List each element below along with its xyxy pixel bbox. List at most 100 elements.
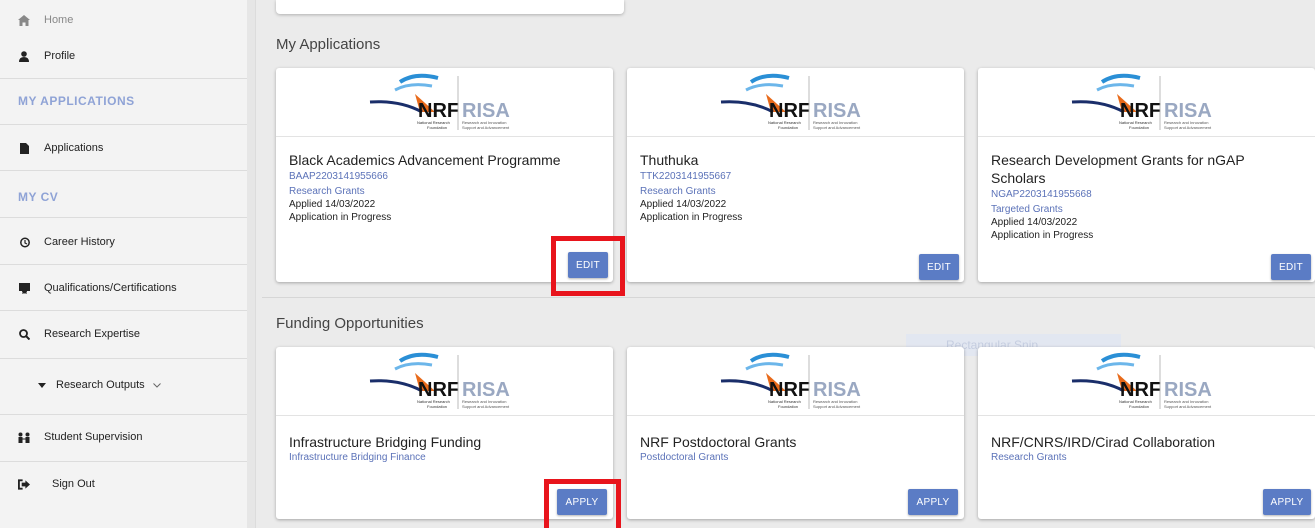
svg-text:RISA: RISA [1164, 100, 1212, 122]
svg-text:Foundation: Foundation [1129, 404, 1149, 409]
svg-text:Support and Advancement: Support and Advancement [462, 404, 510, 409]
history-icon [18, 236, 30, 248]
svg-text:Support and Advancement: Support and Advancement [813, 125, 861, 130]
sidebar-item-research-outputs[interactable]: Research Outputs [0, 373, 255, 397]
svg-text:Foundation: Foundation [427, 404, 447, 409]
caret-down-icon [36, 379, 48, 391]
sidebar-item-label: Profile [44, 50, 76, 62]
card-title: Thuthuka [640, 152, 699, 168]
logo-risa: RISA [462, 100, 510, 122]
search-icon [18, 328, 30, 340]
sidebar-item-label: Research Expertise [44, 328, 140, 340]
card-category: Infrastructure Bridging Finance [289, 452, 426, 463]
svg-text:RISA: RISA [1164, 379, 1212, 401]
divider [0, 358, 255, 359]
user-icon [18, 50, 30, 62]
certificate-icon [18, 282, 30, 294]
svg-text:Foundation: Foundation [1129, 125, 1149, 130]
svg-text:NRF: NRF [769, 100, 810, 122]
card-title: Infrastructure Bridging Funding [289, 434, 482, 450]
card-category: Targeted Grants [991, 204, 1063, 215]
section-title-funding-opportunities: Funding Opportunities [276, 315, 424, 332]
svg-text:Foundation: Foundation [778, 404, 798, 409]
sidebar-item-label: Student Supervision [44, 431, 143, 443]
svg-text:RISA: RISA [813, 379, 861, 401]
card-title: NRF Postdoctoral Grants [640, 434, 797, 450]
home-icon [18, 14, 30, 26]
application-code: NGAP2203141955668 [991, 189, 1092, 200]
svg-text:NRF: NRF [1120, 379, 1161, 401]
section-heading-my-cv: MY CV [18, 190, 59, 204]
card-title: Black Academics Advancement Programme [289, 152, 561, 168]
sidebar: Home Profile MY APPLICATIONS Application… [0, 0, 256, 528]
card-title: Research Development Grants for nGAP Sch… [991, 152, 1245, 186]
svg-text:Support and Advancement: Support and Advancement [1164, 404, 1212, 409]
divider [0, 461, 255, 462]
sidebar-item-applications[interactable]: Applications [0, 136, 255, 160]
sidebar-item-label: Applications [44, 142, 104, 154]
chevron-down-icon [152, 379, 161, 391]
nrf-risa-logo: NRF RISA National Research Foundation Re… [276, 347, 613, 416]
highlight-box [544, 479, 621, 528]
sidebar-item-research-expertise[interactable]: Research Expertise [0, 322, 255, 346]
nrf-risa-logo: NRF RISA National Research Foundation Re… [978, 347, 1315, 416]
card-category: Postdoctoral Grants [640, 452, 729, 463]
top-card-edge [276, 0, 624, 14]
svg-text:Support and Advancement: Support and Advancement [813, 404, 861, 409]
users-icon [18, 431, 30, 443]
svg-text:NRF: NRF [1120, 100, 1161, 122]
card-category: Research Grants [640, 186, 716, 197]
application-status: Application in Progress [289, 212, 392, 223]
edit-button[interactable]: EDIT [1271, 254, 1311, 280]
svg-text:RISA: RISA [813, 100, 861, 122]
divider [0, 264, 255, 265]
sidebar-item-student-supervision[interactable]: Student Supervision [0, 425, 255, 449]
sidebar-item-label: Career History [44, 236, 115, 248]
divider [0, 170, 255, 171]
svg-text:Foundation: Foundation [778, 125, 798, 130]
application-status: Application in Progress [991, 230, 1094, 241]
sidebar-item-sign-out[interactable]: Sign Out [0, 472, 255, 496]
sidebar-item-career-history[interactable]: Career History [0, 230, 255, 254]
nrf-risa-logo: NRF RISA National Research Foundation Re… [627, 347, 964, 416]
svg-text:NRF: NRF [418, 379, 459, 401]
divider [0, 414, 255, 415]
card-category: Research Grants [289, 186, 365, 197]
divider [0, 124, 255, 125]
svg-text:NRF: NRF [769, 379, 810, 401]
sidebar-item-label: Sign Out [52, 478, 95, 490]
nrf-risa-logo: NRF RISA National Research Foundation Re… [978, 68, 1315, 137]
apply-button[interactable]: APPLY [908, 489, 958, 515]
application-card: NRF RISA National Research Foundation Re… [978, 68, 1315, 282]
highlight-box [551, 236, 625, 296]
nrf-risa-logo: NRF RISA National Research Foundation Re… [627, 68, 964, 137]
sidebar-item-qualifications[interactable]: Qualifications/Certifications [0, 276, 255, 300]
application-code: TTK2203141955667 [640, 171, 732, 182]
sidebar-item-profile[interactable]: Profile [0, 44, 255, 68]
application-code: BAAP2203141955666 [289, 171, 388, 182]
scrollbar[interactable] [247, 0, 255, 528]
sign-out-icon [18, 478, 30, 490]
apply-button[interactable]: APPLY [1263, 489, 1311, 515]
edit-button[interactable]: EDIT [919, 254, 959, 280]
logo-nrf: NRF [418, 100, 459, 122]
section-heading-my-applications: MY APPLICATIONS [18, 94, 135, 108]
divider [0, 78, 255, 79]
sidebar-item-label: Home [44, 14, 74, 26]
sidebar-item-home[interactable]: Home [0, 10, 255, 30]
applied-date: Applied 14/03/2022 [289, 199, 376, 210]
application-status: Application in Progress [640, 212, 743, 223]
sidebar-item-label: Research Outputs [56, 379, 145, 391]
svg-text:Support and Advancement: Support and Advancement [1164, 125, 1212, 130]
sidebar-item-label: Qualifications/Certifications [44, 282, 177, 294]
card-title: NRF/CNRS/IRD/Cirad Collaboration [991, 434, 1216, 450]
applied-date: Applied 14/03/2022 [991, 217, 1078, 228]
divider [0, 217, 255, 218]
file-icon [18, 142, 30, 154]
svg-text:Support and Advancement: Support and Advancement [462, 125, 510, 130]
section-title-my-applications: My Applications [276, 36, 381, 53]
divider [262, 297, 1315, 298]
application-card: NRF RISA National Research Foundation Re… [627, 68, 964, 282]
nrf-risa-logo: NRF RISA National Research Foundation Re… [276, 68, 613, 137]
svg-text:Foundation: Foundation [427, 125, 447, 130]
